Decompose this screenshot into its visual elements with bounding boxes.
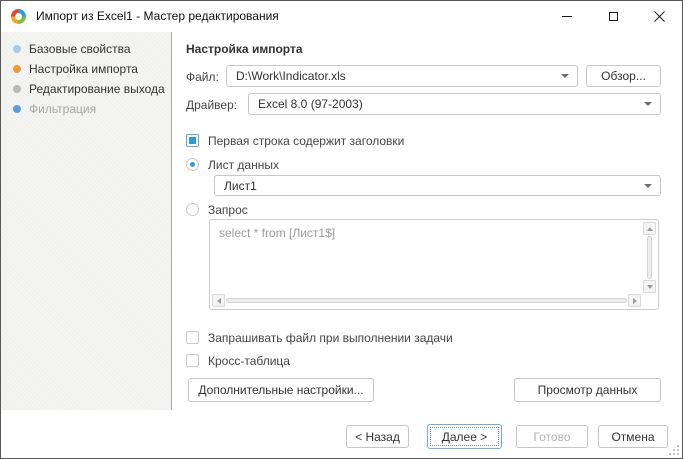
scroll-up-button[interactable] — [643, 222, 656, 235]
arrow-left-icon — [216, 297, 221, 304]
window-controls — [544, 1, 682, 31]
browse-button[interactable]: Обзор... — [586, 65, 661, 87]
checkbox-label: Первая строка содержит заголовки — [208, 133, 405, 148]
wizard-dialog: Импорт из Excel1 - Мастер редактирования… — [0, 0, 683, 459]
file-combobox[interactable]: D:\Work\Indicator.xls — [226, 65, 578, 87]
chevron-down-icon[interactable] — [561, 74, 569, 78]
driver-combobox-value: Excel 8.0 (97-2003) — [258, 97, 363, 111]
cross-table-checkbox[interactable]: Кросс-таблица — [186, 353, 290, 368]
minimize-button[interactable] — [544, 1, 590, 31]
horizontal-scrollbar[interactable] — [212, 294, 641, 307]
sidebar-item-filtering[interactable]: Фильтрация — [1, 99, 171, 119]
query-editor: select * from [Лист1$] — [209, 219, 659, 310]
query-text: select * from [Лист1$] — [219, 226, 336, 240]
back-button[interactable]: < Назад — [346, 425, 409, 448]
step-label: Базовые свойства — [29, 42, 131, 56]
wizard-steps-sidebar: Базовые свойства Настройка импорта Редак… — [1, 32, 172, 410]
sheet-combobox[interactable]: Лист1 — [214, 175, 661, 196]
chevron-down-icon[interactable] — [644, 102, 652, 106]
file-label: Файл: — [186, 70, 219, 84]
next-button[interactable]: Далее > — [427, 424, 502, 449]
checkbox-icon — [186, 354, 199, 367]
close-icon — [653, 10, 665, 22]
checkbox-label: Кросс-таблица — [208, 353, 290, 368]
checkbox-icon — [186, 331, 199, 344]
step-label: Фильтрация — [29, 102, 97, 116]
horizontal-scroll-thumb[interactable] — [226, 298, 627, 303]
radio-icon — [186, 158, 199, 171]
arrow-right-icon — [632, 297, 637, 304]
checkbox-label: Запрашивать файл при выполнении задачи — [208, 330, 453, 345]
maximize-button[interactable] — [590, 1, 636, 31]
sidebar-item-import-settings[interactable]: Настройка импорта — [1, 59, 171, 79]
maximize-icon — [608, 11, 618, 21]
step-bullet-icon — [13, 105, 21, 113]
close-button[interactable] — [636, 1, 682, 31]
radio-label: Лист данных — [208, 157, 279, 172]
step-label: Редактирование выхода — [29, 82, 165, 96]
window-title: Импорт из Excel1 - Мастер редактирования — [36, 9, 279, 23]
prompt-file-checkbox[interactable]: Запрашивать файл при выполнении задачи — [186, 330, 453, 345]
radio-label: Запрос — [208, 202, 248, 217]
finish-button: Готово — [516, 425, 588, 448]
driver-combobox[interactable]: Excel 8.0 (97-2003) — [248, 93, 661, 115]
step-bullet-icon — [13, 85, 21, 93]
first-row-headers-checkbox[interactable]: Первая строка содержит заголовки — [186, 133, 404, 148]
arrow-down-icon — [646, 284, 653, 289]
minimize-icon — [562, 15, 572, 17]
file-combobox-value: D:\Work\Indicator.xls — [236, 69, 346, 83]
app-icon — [11, 8, 26, 24]
step-bullet-icon — [13, 65, 21, 73]
vertical-scroll-thumb[interactable] — [647, 236, 652, 279]
advanced-settings-button[interactable]: Дополнительные настройки... — [188, 378, 374, 402]
scroll-left-button[interactable] — [212, 294, 225, 307]
step-bullet-icon — [13, 45, 21, 53]
arrow-up-icon — [646, 226, 653, 231]
query-radio[interactable]: Запрос — [186, 202, 248, 217]
sidebar-item-basic-properties[interactable]: Базовые свойства — [1, 39, 171, 59]
chevron-down-icon[interactable] — [644, 183, 652, 188]
sidebar-item-output-editing[interactable]: Редактирование выхода — [1, 79, 171, 99]
preview-data-button[interactable]: Просмотр данных — [514, 378, 661, 402]
resize-grip[interactable] — [668, 444, 680, 456]
checkbox-icon — [186, 134, 199, 147]
page-title: Настройка импорта — [186, 42, 303, 56]
scroll-down-button[interactable] — [643, 280, 656, 293]
cancel-button[interactable]: Отмена — [598, 425, 668, 448]
title-bar: Импорт из Excel1 - Мастер редактирования — [1, 1, 682, 31]
data-sheet-radio[interactable]: Лист данных — [186, 157, 279, 172]
radio-icon — [186, 203, 199, 216]
step-label: Настройка импорта — [29, 62, 138, 76]
scroll-right-button[interactable] — [628, 294, 641, 307]
vertical-scrollbar[interactable] — [643, 222, 656, 293]
sheet-combobox-value: Лист1 — [224, 178, 257, 193]
driver-label: Драйвер: — [186, 98, 238, 112]
